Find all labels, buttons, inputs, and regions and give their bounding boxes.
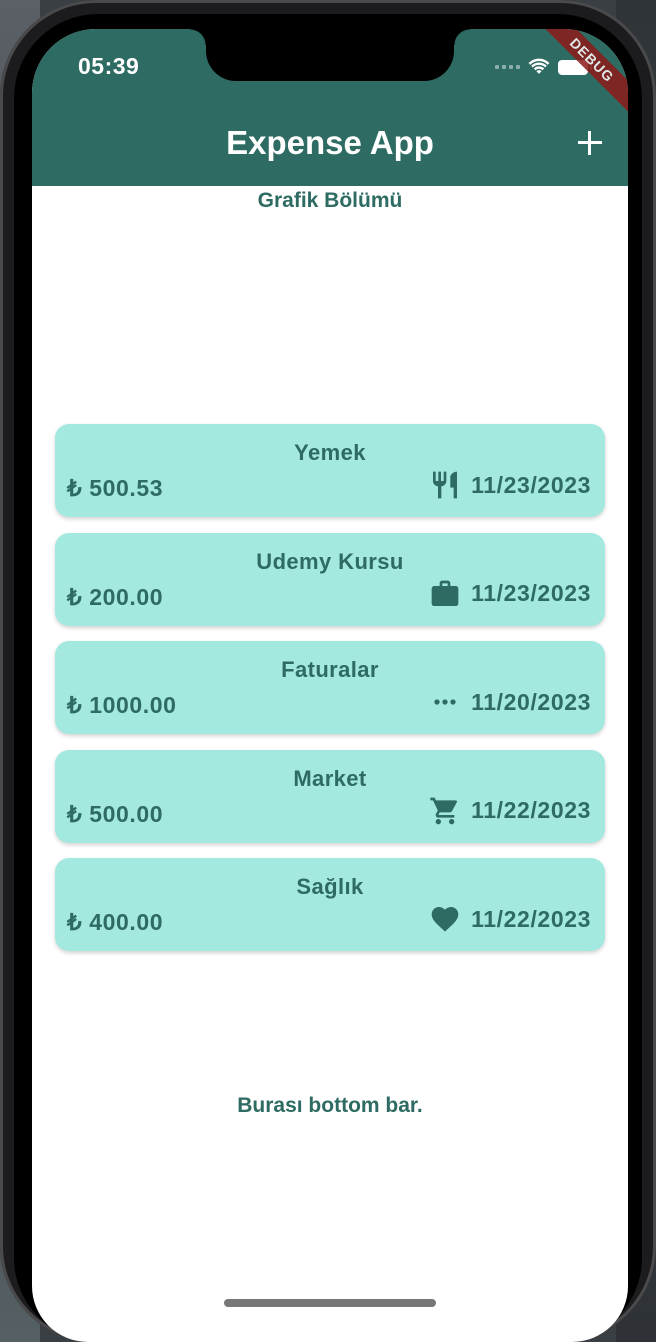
phone-notch bbox=[190, 29, 470, 81]
expense-card[interactable]: Market ₺ 500.00 11/22/2023 bbox=[55, 749, 605, 843]
expense-title: Udemy Kursu bbox=[256, 548, 404, 574]
wifi-icon bbox=[528, 58, 550, 74]
expense-date: 11/20/2023 bbox=[471, 688, 591, 715]
more-horiz-icon bbox=[429, 686, 461, 718]
expense-date: 11/22/2023 bbox=[471, 905, 591, 932]
heart-icon bbox=[429, 903, 461, 935]
expense-card[interactable]: Sağlık ₺ 400.00 11/22/2023 bbox=[55, 858, 605, 951]
restaurant-icon bbox=[429, 469, 461, 501]
expense-date: 11/23/2023 bbox=[471, 471, 591, 498]
expense-amount: ₺ 1000.00 bbox=[67, 692, 177, 718]
expense-meta: 11/22/2023 bbox=[429, 795, 591, 827]
app-screen: 05:39 DEBUG Expense App Grafik Bölümü Ye… bbox=[32, 29, 628, 1342]
app-title: Expense App bbox=[226, 124, 434, 161]
expense-amount: ₺ 400.00 bbox=[67, 909, 164, 935]
bottom-bar-text: Burası bottom bar. bbox=[237, 1094, 423, 1117]
expense-card[interactable]: Faturalar ₺ 1000.00 11/20/2023 bbox=[55, 641, 605, 734]
expense-list: Yemek ₺ 500.53 11/23/2023 Udemy Kursu ₺ … bbox=[55, 424, 605, 967]
expense-title: Market bbox=[293, 765, 367, 791]
status-time: 05:39 bbox=[78, 53, 140, 79]
briefcase-icon bbox=[429, 578, 461, 610]
phone-frame: 05:39 DEBUG Expense App Grafik Bölümü Ye… bbox=[0, 0, 656, 1342]
chart-section-title: Grafik Bölümü bbox=[257, 189, 403, 212]
expense-meta: 11/22/2023 bbox=[429, 903, 591, 935]
expense-card[interactable]: Yemek ₺ 500.53 11/23/2023 bbox=[55, 424, 605, 517]
expense-title: Sağlık bbox=[296, 874, 364, 899]
expense-meta: 11/20/2023 bbox=[429, 686, 591, 718]
home-indicator[interactable] bbox=[224, 1299, 436, 1307]
cellular-signal-icon bbox=[495, 65, 520, 69]
expense-title: Faturalar bbox=[281, 657, 379, 682]
expense-amount: ₺ 500.53 bbox=[67, 475, 164, 501]
expense-card[interactable]: Udemy Kursu ₺ 200.00 11/23/2023 bbox=[55, 532, 605, 626]
plus-icon[interactable] bbox=[574, 127, 606, 159]
expense-date: 11/23/2023 bbox=[471, 580, 591, 606]
expense-title: Yemek bbox=[294, 440, 366, 465]
expense-amount: ₺ 500.00 bbox=[67, 800, 164, 827]
shopping-cart-icon bbox=[429, 795, 461, 827]
expense-date: 11/22/2023 bbox=[471, 797, 591, 823]
expense-meta: 11/23/2023 bbox=[429, 578, 591, 610]
expense-meta: 11/23/2023 bbox=[429, 469, 591, 501]
expense-amount: ₺ 200.00 bbox=[67, 583, 164, 610]
